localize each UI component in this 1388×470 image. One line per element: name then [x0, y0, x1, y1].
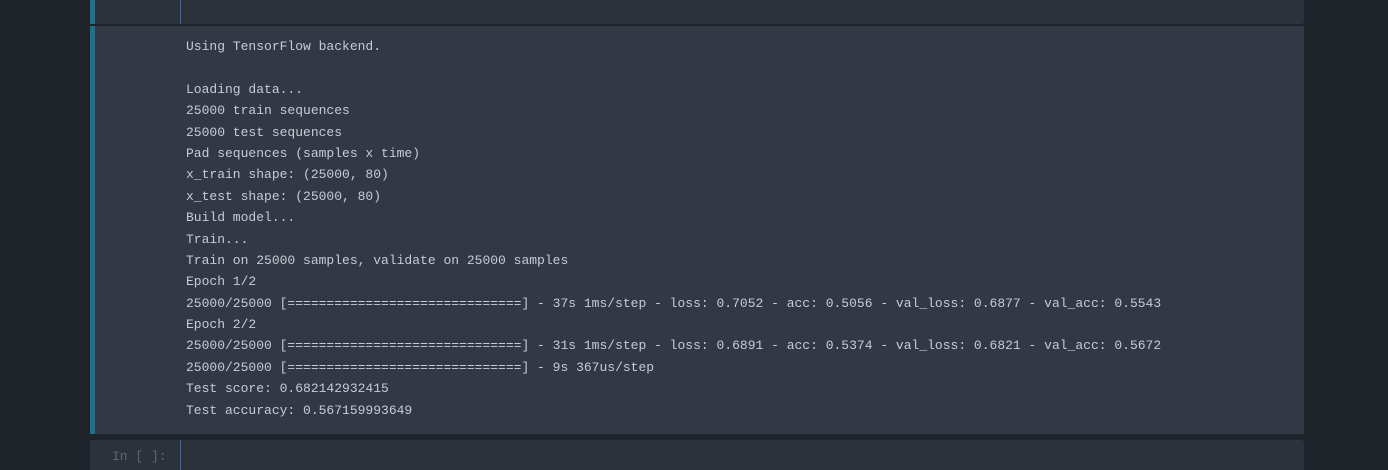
output-line: Train on 25000 samples, validate on 2500…: [186, 252, 569, 268]
output-line: Loading data...: [186, 81, 304, 97]
output-line: Using TensorFlow backend.: [186, 39, 382, 54]
code-editor-cutoff-text[interactable]: [188, 0, 508, 2]
output-line: x_test shape: (25000, 80): [186, 188, 382, 204]
output-line: Pad sequences (samples x time): [186, 145, 421, 161]
next-code-cell[interactable]: In [ ]:: [90, 440, 1304, 470]
output-line: Test score: 0.682142932415: [186, 381, 389, 397]
output-line: Epoch 2/2: [186, 317, 257, 333]
output-line: x_train shape: (25000, 80): [186, 167, 389, 183]
output-line: 25000 train sequences: [186, 103, 350, 119]
output-line: Test accuracy: 0.567159993649: [186, 402, 413, 418]
output-line: Train...: [186, 231, 249, 247]
selected-cell-indicator: [90, 0, 95, 24]
output-line: 25000/25000 [===========================…: [186, 359, 655, 375]
previous-code-cell[interactable]: [90, 0, 1304, 24]
input-prompt: In [ ]:: [112, 449, 167, 464]
code-editor-edge: [180, 440, 181, 470]
cell-output-area: Using TensorFlow backend. Loading data...…: [90, 26, 1304, 434]
output-text: Using TensorFlow backend. Loading data...…: [186, 36, 1161, 421]
code-editor-edge: [180, 0, 181, 24]
output-line: Build model...: [186, 210, 296, 226]
output-line: 25000 test sequences: [186, 124, 343, 140]
output-line: 25000/25000 [===========================…: [186, 295, 1162, 311]
output-line: 25000/25000 [===========================…: [186, 338, 1162, 354]
selected-cell-indicator: [90, 26, 95, 434]
output-line: Epoch 1/2: [186, 274, 257, 290]
notebook-container: Using TensorFlow backend. Loading data...…: [90, 0, 1304, 470]
